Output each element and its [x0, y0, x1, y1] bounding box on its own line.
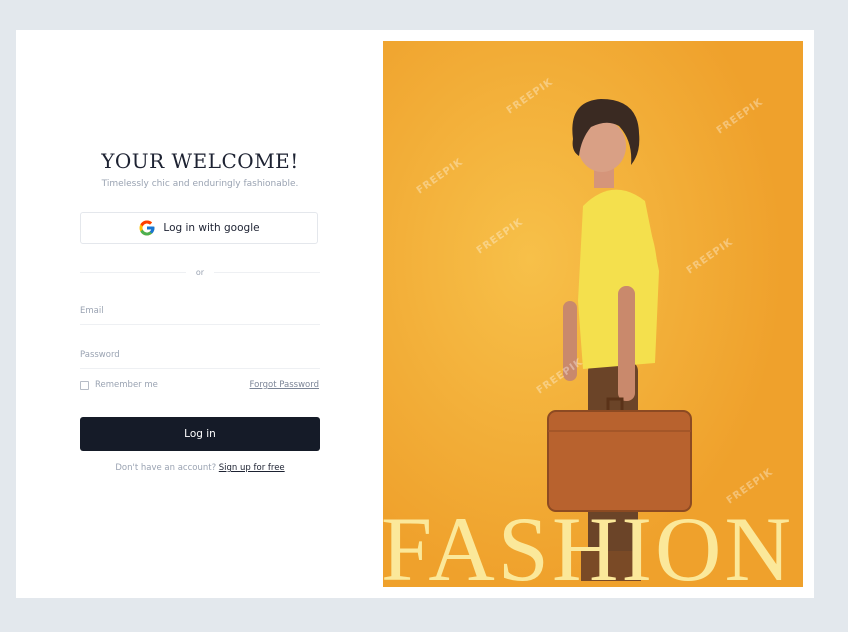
signup-prompt: Don't have an account? Sign up for free — [80, 463, 320, 473]
divider-line-left — [80, 271, 186, 273]
forgot-password-link[interactable]: Forgot Password — [250, 380, 319, 390]
remember-me-label: Remember me — [95, 380, 158, 390]
signup-prompt-text: Don't have an account? — [115, 463, 217, 473]
or-divider: or — [80, 265, 320, 279]
password-field[interactable] — [80, 350, 320, 360]
fashion-headline: FASHION — [383, 498, 794, 587]
google-login-label: Log in with google — [163, 222, 260, 234]
remember-me-checkbox[interactable] — [80, 380, 89, 390]
divider-text: or — [195, 267, 205, 277]
password-field-wrapper — [80, 342, 320, 369]
login-card: YOUR WELCOME! Timelessly chic and enduri… — [16, 30, 814, 598]
page-subtitle: Timelessly chic and enduringly fashionab… — [101, 179, 299, 189]
remember-me[interactable]: Remember me — [80, 380, 158, 390]
email-field[interactable] — [80, 306, 320, 316]
hero-image: FREEPIK FREEPIK FREEPIK FREEPIK FREEPIK … — [383, 41, 803, 587]
login-button[interactable]: Log in — [80, 417, 320, 451]
google-logo-icon — [139, 220, 155, 236]
signup-link[interactable]: Sign up for free — [219, 463, 285, 473]
divider-line-right — [214, 271, 320, 273]
google-login-button[interactable]: Log in with google — [80, 212, 318, 244]
email-field-wrapper — [80, 298, 320, 325]
page-title: YOUR WELCOME! — [101, 149, 299, 173]
